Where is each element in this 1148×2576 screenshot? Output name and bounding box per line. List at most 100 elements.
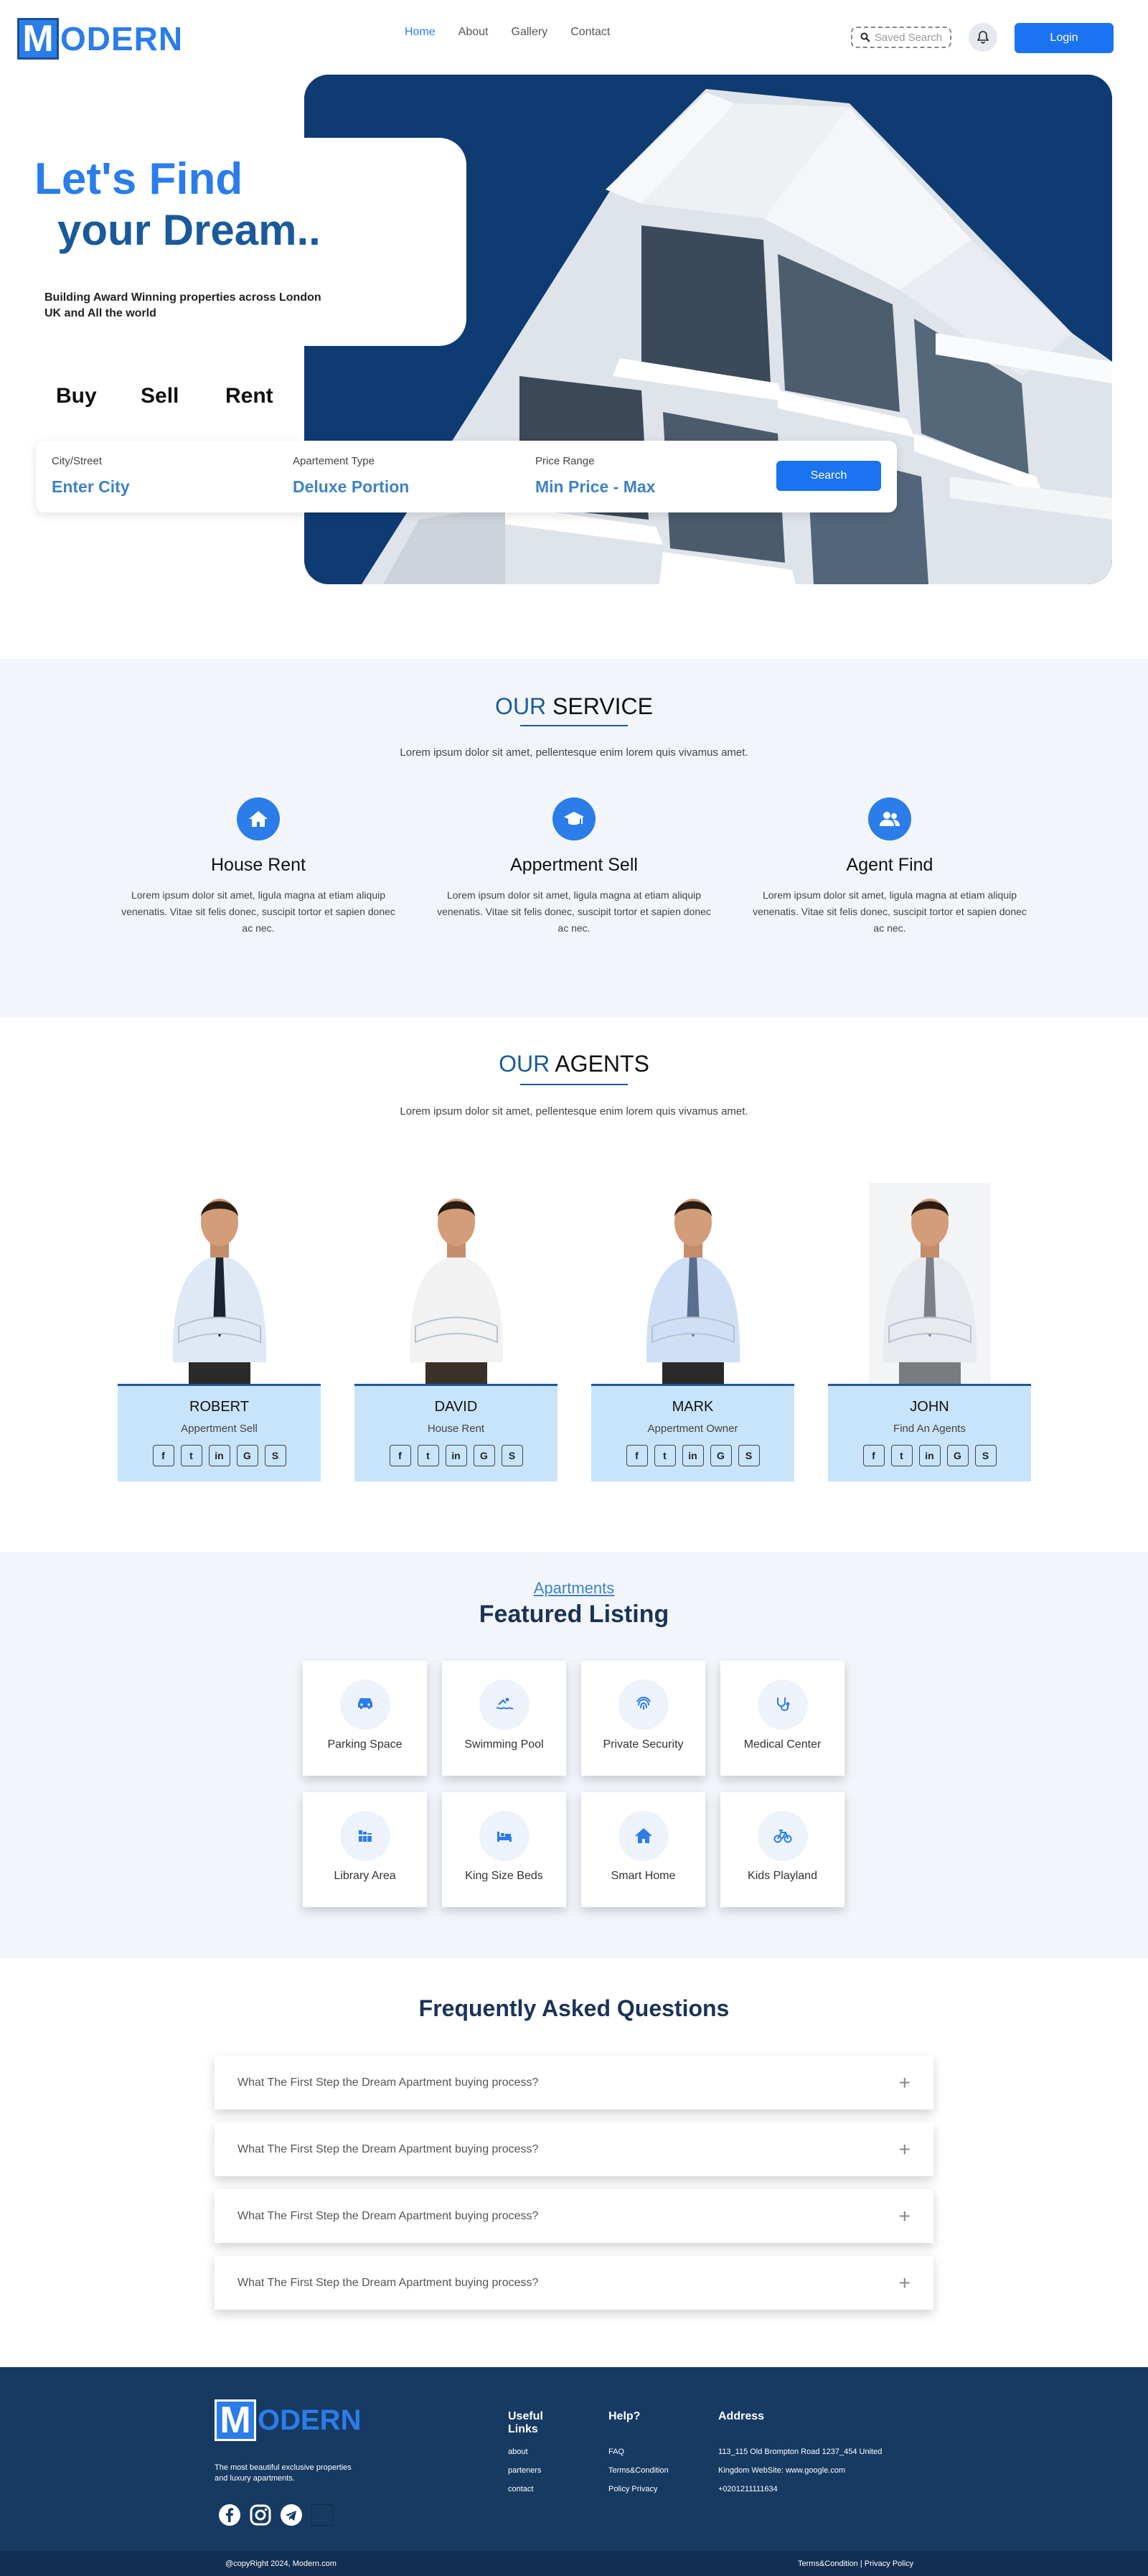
agent-card[interactable]: MARK Appertment Owner f t in G S: [591, 1183, 794, 1481]
google-icon[interactable]: G: [710, 1445, 732, 1466]
featured-section: Apartments Featured Listing Parking Spac…: [0, 1552, 1148, 1958]
city-input[interactable]: Enter City: [52, 477, 130, 497]
agents-lead: Lorem ipsum dolor sit amet, pellentesque…: [400, 1105, 748, 1118]
skype-icon[interactable]: S: [501, 1445, 523, 1466]
plus-icon[interactable]: +: [899, 2205, 911, 2228]
nav-gallery[interactable]: Gallery: [512, 26, 548, 39]
featured-kicker[interactable]: Apartments: [0, 1579, 1148, 1598]
service-card[interactable]: Appertment Sell Lorem ipsum dolor sit am…: [430, 797, 718, 937]
price-range-select[interactable]: Min Price - Max: [535, 477, 655, 497]
social-placeholder-icon[interactable]: [311, 2504, 333, 2526]
agent-social-links: f t in G S: [118, 1445, 321, 1466]
twitter-icon[interactable]: t: [890, 1445, 913, 1466]
feature-label: Kids Playland: [748, 1870, 817, 1882]
tab-sell[interactable]: Sell: [141, 384, 225, 408]
linkedin-icon[interactable]: in: [682, 1445, 704, 1466]
swimmer-icon: [479, 1680, 530, 1730]
faq-item[interactable]: What The First Step the Dream Apartment …: [215, 2056, 933, 2109]
footer-link-privacy[interactable]: Policy Privacy: [608, 2485, 669, 2493]
footer-tagline: The most beautiful exclusive properties …: [215, 2463, 352, 2483]
facebook-icon[interactable]: f: [389, 1445, 411, 1466]
agent-name: DAVID: [434, 1399, 478, 1415]
skype-icon[interactable]: S: [974, 1445, 997, 1466]
feature-card[interactable]: Library Area: [303, 1792, 427, 1907]
linkedin-icon[interactable]: in: [208, 1445, 230, 1466]
feature-card[interactable]: Kids Playland: [720, 1792, 844, 1907]
faq-item[interactable]: What The First Step the Dream Apartment …: [215, 2122, 933, 2176]
nav-contact[interactable]: Contact: [570, 26, 610, 39]
legal-links[interactable]: Terms&Condition | Privacy Policy: [798, 2559, 913, 2568]
car-icon: [339, 1680, 390, 1730]
saved-search-button[interactable]: Saved Search: [851, 27, 951, 48]
feature-card[interactable]: King Size Beds: [442, 1792, 566, 1907]
telegram-icon[interactable]: [280, 2504, 303, 2526]
agent-card[interactable]: DAVID House Rent f t in G S: [354, 1183, 557, 1481]
notification-button[interactable]: [969, 23, 997, 52]
google-icon[interactable]: G: [473, 1445, 495, 1466]
footer-link-faq[interactable]: FAQ: [608, 2448, 669, 2456]
footer-link-contact[interactable]: contact: [508, 2485, 551, 2493]
feature-card[interactable]: Medical Center: [720, 1661, 844, 1776]
stethoscope-icon: [757, 1680, 808, 1730]
footer-logo[interactable]: M ODERN: [215, 2399, 361, 2441]
logo-mark: M: [17, 18, 59, 60]
feature-label: Private Security: [603, 1738, 684, 1751]
agent-card[interactable]: ROBERT Appertment Sell f t in G S: [118, 1183, 321, 1481]
linkedin-icon[interactable]: in: [445, 1445, 467, 1466]
apartment-type-select[interactable]: Deluxe Portion: [293, 477, 409, 497]
footer-link-terms[interactable]: Terms&Condition: [608, 2466, 669, 2475]
feature-card[interactable]: Parking Space: [303, 1661, 427, 1776]
login-button[interactable]: Login: [1015, 23, 1114, 53]
tab-buy[interactable]: Buy: [56, 384, 141, 408]
agents-section: OUR AGENTS Lorem ipsum dolor sit amet, p…: [0, 1018, 1148, 1552]
twitter-icon[interactable]: t: [417, 1445, 439, 1466]
service-card[interactable]: House Rent Lorem ipsum dolor sit amet, l…: [115, 797, 402, 937]
nav-about[interactable]: About: [458, 26, 489, 39]
google-icon[interactable]: G: [946, 1445, 969, 1466]
featured-title: Featured Listing: [479, 1601, 669, 1628]
services-title: OUR SERVICE: [495, 693, 653, 719]
price-range-field[interactable]: Price Range Min Price - Max: [535, 455, 655, 497]
nav-home[interactable]: Home: [405, 26, 436, 39]
skype-icon[interactable]: S: [738, 1445, 760, 1466]
twitter-icon[interactable]: t: [654, 1445, 676, 1466]
apartment-type-field[interactable]: Apartement Type Deluxe Portion: [293, 455, 409, 497]
footer-link-partners[interactable]: parteners: [508, 2466, 551, 2475]
facebook-icon[interactable]: f: [862, 1445, 885, 1466]
footer-link-about[interactable]: about: [508, 2448, 551, 2456]
logo[interactable]: M ODERN: [17, 17, 183, 60]
agent-info: ROBERT Appertment Sell f t in G S: [118, 1384, 321, 1481]
google-icon[interactable]: G: [236, 1445, 258, 1466]
search-button[interactable]: Search: [776, 461, 881, 491]
feature-label: Medical Center: [743, 1738, 822, 1751]
graduation-cap-icon: [552, 797, 596, 840]
feature-card[interactable]: Smart Home: [581, 1792, 705, 1907]
faq-item[interactable]: What The First Step the Dream Apartment …: [215, 2189, 933, 2243]
plus-icon[interactable]: +: [899, 2138, 911, 2161]
facebook-icon[interactable]: f: [152, 1445, 174, 1466]
service-card[interactable]: Agent Find Lorem ipsum dolor sit amet, l…: [746, 797, 1033, 937]
home-icon: [237, 797, 280, 840]
feature-card[interactable]: Swimming Pool: [442, 1661, 566, 1776]
instagram-icon[interactable]: [250, 2504, 271, 2526]
agent-role: House Rent: [427, 1423, 485, 1435]
users-icon: [868, 797, 911, 840]
bell-icon: [977, 31, 989, 44]
facebook-icon[interactable]: [218, 2504, 241, 2526]
skype-icon[interactable]: S: [264, 1445, 286, 1466]
agent-card[interactable]: JOHN Find An Agents f t in G S: [828, 1183, 1031, 1481]
faq-item[interactable]: What The First Step the Dream Apartment …: [215, 2256, 933, 2310]
feature-card[interactable]: Private Security: [581, 1661, 705, 1776]
twitter-icon[interactable]: t: [180, 1445, 202, 1466]
plus-icon[interactable]: +: [899, 2071, 911, 2094]
help-column: Help? FAQ Terms&Condition Policy Privacy: [608, 2410, 669, 2493]
agent-info: MARK Appertment Owner f t in G S: [591, 1384, 794, 1481]
facebook-icon[interactable]: f: [626, 1445, 648, 1466]
plus-icon[interactable]: +: [899, 2272, 911, 2295]
city-field[interactable]: City/Street Enter City: [52, 455, 130, 497]
hero-title-line1: Let's Find: [34, 154, 243, 204]
linkedin-icon[interactable]: in: [918, 1445, 941, 1466]
logo-text: ODERN: [60, 20, 184, 57]
title-underline: [520, 725, 628, 726]
tab-rent[interactable]: Rent: [225, 384, 310, 408]
